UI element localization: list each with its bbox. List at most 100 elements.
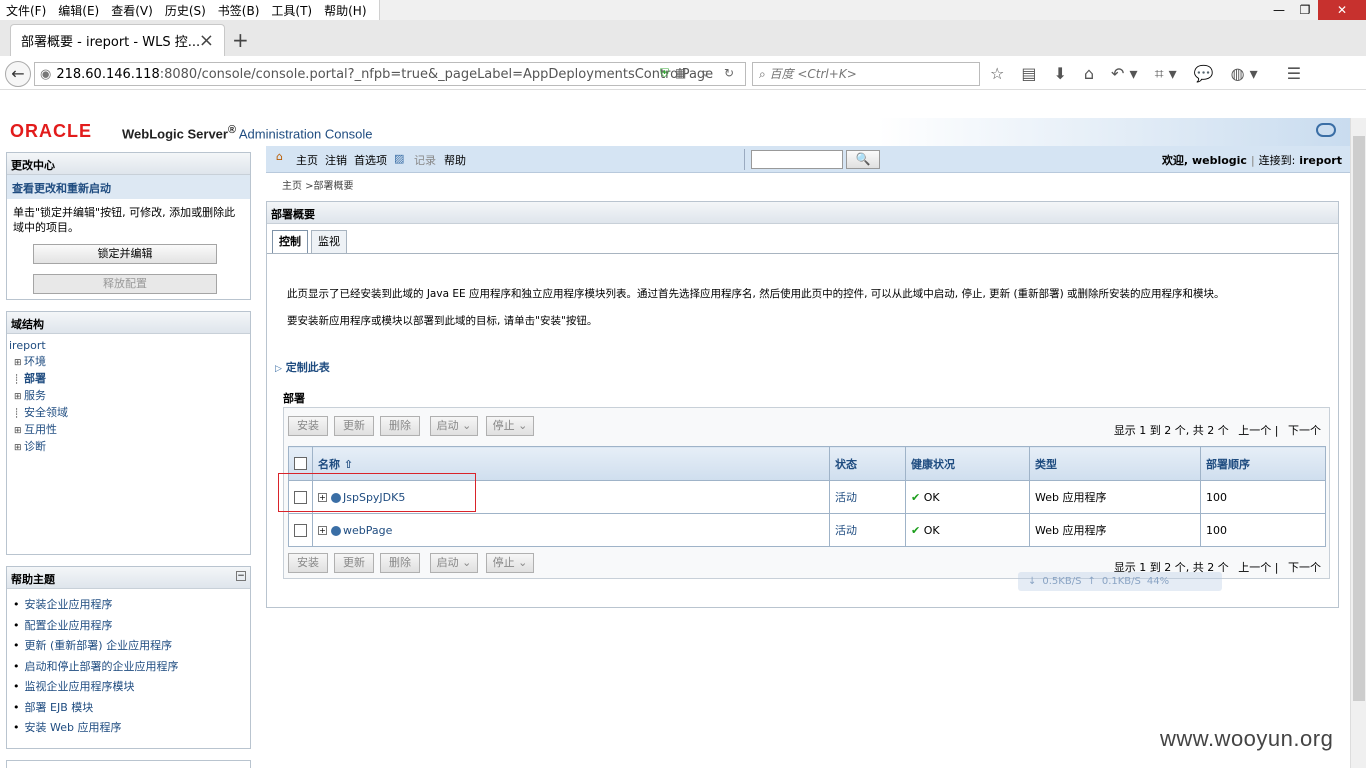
tree-label[interactable]: 互用性	[24, 423, 57, 436]
undo-icon[interactable]: ↶ ▾	[1111, 64, 1138, 84]
menu-bookmarks[interactable]: 书签(B)	[218, 2, 260, 19]
delete-button[interactable]: 删除	[380, 416, 420, 436]
bookmark-star-icon[interactable]: ☆	[990, 64, 1004, 84]
pager-prev[interactable]: 上一个	[1238, 424, 1271, 437]
row-state[interactable]: 活动	[829, 513, 906, 547]
home-icon[interactable]: ⌂	[276, 150, 283, 163]
select-all-checkbox[interactable]	[294, 457, 307, 471]
pager-next[interactable]: 下一个	[1288, 424, 1321, 437]
row-state[interactable]: 活动	[829, 480, 906, 514]
tree-label[interactable]: 部署	[24, 372, 46, 385]
home-link[interactable]: 主页	[296, 152, 318, 168]
minimize-icon[interactable]: —	[1266, 0, 1292, 20]
registered-mark: ®	[227, 124, 236, 136]
search-icon[interactable]: 🔍	[846, 150, 880, 169]
sort-asc-icon[interactable]: ⇧	[344, 458, 353, 471]
menu-view[interactable]: 查看(V)	[111, 2, 153, 19]
console-search-input[interactable]	[751, 150, 843, 169]
download-icon[interactable]: ⬇	[1053, 64, 1066, 84]
browser-tab[interactable]: 部署概要 - ireport - WLS 控... ×	[10, 24, 225, 56]
tree-node-interoperability[interactable]: ⊞ 互用性	[9, 422, 248, 439]
help-link[interactable]: 监视企业应用程序模块	[13, 677, 244, 698]
section-title: 部署	[283, 392, 305, 405]
tree-node-security-realms[interactable]: ┊ 安全领域	[9, 405, 248, 422]
scrollbar-thumb[interactable]	[1353, 136, 1365, 701]
welcome-text: 欢迎, weblogic | 连接到: ireport	[1161, 154, 1342, 167]
help-link[interactable]: 部署 EJB 模块	[13, 698, 244, 719]
row-health-cell: ✔ OK	[905, 513, 1030, 547]
addon-icon[interactable]: ◍ ▾	[1231, 64, 1258, 84]
reading-list-icon[interactable]: ▤	[1021, 64, 1036, 84]
update-button[interactable]: 更新	[334, 416, 374, 436]
customize-table-link[interactable]: ▷ 定制此表	[275, 359, 330, 375]
expand-icon[interactable]: ⊞	[14, 355, 24, 371]
chat-icon[interactable]: 💬	[1194, 64, 1214, 84]
menu-tools[interactable]: 工具(T)	[271, 2, 312, 19]
new-tab-icon[interactable]: +	[232, 28, 249, 52]
tree-node-diagnostics[interactable]: ⊞ 诊断	[9, 439, 248, 456]
breadcrumb[interactable]: 主页 >部署概要	[282, 177, 354, 192]
app-name-link[interactable]: webPage	[343, 524, 392, 537]
expand-triangle-icon: ▷	[275, 364, 282, 374]
close-tab-icon[interactable]: ×	[199, 30, 214, 51]
delete-button-bottom[interactable]: 删除	[380, 553, 420, 573]
start-dropdown-button-bottom[interactable]: 启动 ⌄	[430, 553, 478, 573]
menu-history[interactable]: 历史(S)	[165, 2, 206, 19]
update-button-bottom[interactable]: 更新	[334, 553, 374, 573]
help-link[interactable]: 更新 (重新部署) 企业应用程序	[13, 636, 244, 657]
page-scrollbar[interactable]	[1350, 118, 1366, 768]
view-changes-link[interactable]: 查看更改和重新启动	[7, 175, 250, 199]
menu-help[interactable]: 帮助(H)	[324, 2, 366, 19]
record-link[interactable]: 记录	[414, 152, 436, 168]
pager-next[interactable]: 下一个	[1288, 561, 1321, 574]
tree-label[interactable]: 安全领域	[24, 406, 68, 419]
url-bar[interactable]: ◉ 218.60.146.118:8080/console/console.po…	[34, 62, 746, 86]
row-health-cell: ✔ OK	[905, 480, 1030, 514]
restore-icon[interactable]: ❐	[1292, 0, 1318, 20]
collapse-icon[interactable]: −	[236, 571, 246, 581]
stop-dropdown-button-bottom[interactable]: 停止 ⌄	[486, 553, 534, 573]
lock-edit-button[interactable]: 锁定并编辑	[33, 244, 217, 264]
col-name-label[interactable]: 名称	[318, 458, 340, 471]
browser-search-input[interactable]: ⌕ 百度 <Ctrl+K>	[752, 62, 980, 86]
tree-node-services[interactable]: ⊞ 服务	[9, 388, 248, 405]
url-shield-icon[interactable]: ⛨▦ ▿ ↻	[660, 66, 740, 81]
tree-root-ireport[interactable]: ireport	[9, 338, 248, 354]
stop-dropdown-button[interactable]: 停止 ⌄	[486, 416, 534, 436]
expand-icon[interactable]: ⊞	[14, 389, 24, 405]
menu-file[interactable]: 文件(F)	[6, 2, 46, 19]
release-config-button[interactable]: 释放配置	[33, 274, 217, 294]
help-link[interactable]: 安装企业应用程序	[13, 595, 244, 616]
logout-link[interactable]: 注销	[325, 152, 347, 168]
back-icon[interactable]: ←	[5, 61, 31, 87]
expand-icon[interactable]: ⊞	[14, 423, 24, 439]
start-dropdown-button[interactable]: 启动 ⌄	[430, 416, 478, 436]
tree-label[interactable]: 环境	[24, 355, 46, 368]
home-icon[interactable]: ⌂	[1084, 64, 1094, 84]
tab-control[interactable]: 控制	[272, 230, 308, 253]
crop-icon[interactable]: ⌗ ▾	[1155, 64, 1177, 84]
customize-label[interactable]: 定制此表	[286, 361, 330, 374]
record-icon[interactable]: ▨	[394, 152, 404, 165]
expand-icon[interactable]: ⊞	[14, 440, 24, 456]
install-button[interactable]: 安装	[288, 416, 328, 436]
help-link[interactable]: 配置企业应用程序	[13, 616, 244, 637]
magnifier-icon: ⌕	[759, 67, 770, 81]
help-link[interactable]: 安装 Web 应用程序	[13, 718, 244, 739]
help-link[interactable]: 启动和停止部署的企业应用程序	[13, 657, 244, 678]
menu-edit[interactable]: 编辑(E)	[58, 2, 99, 19]
pager-prev[interactable]: 上一个	[1238, 561, 1271, 574]
close-window-icon[interactable]: ✕	[1318, 0, 1366, 20]
help-link[interactable]: 帮助	[444, 152, 466, 168]
tree-label[interactable]: 诊断	[24, 440, 46, 453]
menu-hamburger-icon[interactable]: ☰	[1287, 64, 1301, 84]
tree-label[interactable]: 服务	[24, 389, 46, 402]
install-hint: 要安装新应用程序或模块以部署到此域的目标, 请单击"安装"按钮。	[287, 315, 598, 327]
expand-icon[interactable]: +	[318, 526, 327, 535]
tree-node-environment[interactable]: ⊞ 环境	[9, 354, 248, 371]
row-checkbox[interactable]	[294, 523, 307, 537]
tab-monitoring[interactable]: 监视	[311, 230, 347, 253]
preferences-link[interactable]: 首选项	[354, 152, 387, 168]
tree-node-deployments[interactable]: ┊ 部署	[9, 371, 248, 388]
install-button-bottom[interactable]: 安装	[288, 553, 328, 573]
